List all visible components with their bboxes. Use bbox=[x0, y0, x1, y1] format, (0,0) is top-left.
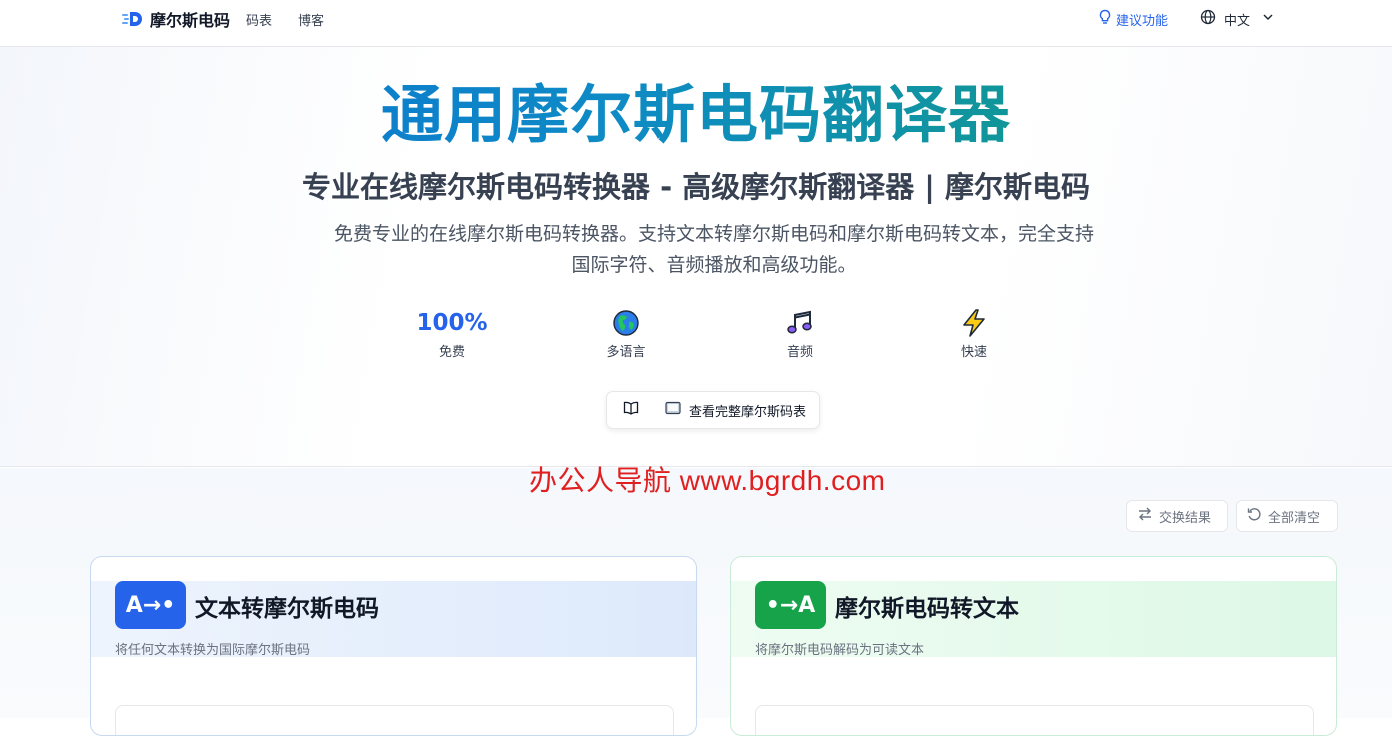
book-emoji-icon bbox=[665, 401, 681, 419]
text-to-morse-header: A→• 文本转摩尔斯电码 将任何文本转换为国际摩尔斯电码 bbox=[91, 581, 696, 658]
suggest-feature-label: 建议功能 bbox=[1116, 13, 1169, 29]
feature-multilang-label: 多语言 bbox=[606, 345, 646, 360]
page-title: 通用摩尔斯电码翻译器 bbox=[0, 77, 1392, 153]
feature-free: 100% 免费 bbox=[402, 309, 502, 360]
language-label: 中文 bbox=[1224, 13, 1251, 29]
language-selector[interactable]: 中文 bbox=[1200, 9, 1274, 29]
morse-to-text-description: 将摩尔斯电码解码为可读文本 bbox=[755, 643, 925, 658]
clear-all-label: 全部清空 bbox=[1268, 510, 1321, 526]
logo-icon bbox=[122, 9, 144, 29]
morse-to-text-title: 摩尔斯电码转文本 bbox=[835, 596, 1019, 622]
lightbulb-icon bbox=[1098, 9, 1112, 29]
chevron-down-icon bbox=[1262, 11, 1274, 27]
feature-fast: 快速 bbox=[924, 309, 1024, 360]
text-input-area[interactable] bbox=[115, 705, 674, 735]
view-code-table-button[interactable]: 查看完整摩尔斯码表 bbox=[606, 391, 820, 429]
nav-link-code-table[interactable]: 码表 bbox=[246, 10, 272, 29]
open-book-icon bbox=[623, 401, 639, 419]
text-to-morse-description: 将任何文本转换为国际摩尔斯电码 bbox=[115, 643, 311, 658]
top-navbar: 摩尔斯电码 码表 博客 建议功能 中文 bbox=[0, 0, 1392, 47]
site-logo[interactable]: 摩尔斯电码 bbox=[122, 7, 230, 31]
page-description: 免费专业的在线摩尔斯电码转换器。支持文本转摩尔斯电码和摩尔斯电码转文本，完全支持… bbox=[333, 223, 1094, 276]
text-to-morse-badge: A→• bbox=[115, 581, 186, 629]
view-code-table-label: 查看完整摩尔斯码表 bbox=[689, 404, 807, 420]
feature-free-value: 100% bbox=[416, 310, 488, 336]
lightning-icon bbox=[924, 309, 1024, 337]
morse-input-area[interactable] bbox=[755, 705, 1314, 735]
swap-results-label: 交换结果 bbox=[1159, 510, 1212, 526]
feature-audio-label: 音频 bbox=[786, 345, 813, 360]
morse-to-text-badge: •→A bbox=[755, 581, 826, 629]
swap-arrows-icon bbox=[1137, 507, 1153, 525]
suggest-feature-link[interactable]: 建议功能 bbox=[1098, 9, 1168, 29]
feature-audio: 音频 bbox=[750, 309, 850, 360]
morse-to-text-panel: •→A 摩尔斯电码转文本 将摩尔斯电码解码为可读文本 bbox=[730, 556, 1337, 736]
page-subtitle: 专业在线摩尔斯电码转换器 - 高级摩尔斯翻译器 | 摩尔斯电码 bbox=[301, 170, 1090, 204]
hero-section: 通用摩尔斯电码翻译器 专业在线摩尔斯电码转换器 - 高级摩尔斯翻译器 | 摩尔斯… bbox=[0, 47, 1392, 467]
nav-link-blog[interactable]: 博客 bbox=[298, 10, 324, 29]
reset-icon bbox=[1247, 507, 1262, 526]
feature-fast-label: 快速 bbox=[960, 345, 987, 360]
logo-text: 摩尔斯电码 bbox=[150, 11, 231, 30]
music-note-icon bbox=[750, 309, 850, 337]
feature-multilang: 多语言 bbox=[576, 309, 676, 360]
swap-results-button[interactable]: 交换结果 bbox=[1126, 500, 1228, 532]
translator-section: 办公人导航 www.bgrdh.com 交换结果 全部清空 A→• 文本转摩尔斯… bbox=[0, 465, 1392, 736]
text-to-morse-panel: A→• 文本转摩尔斯电码 将任何文本转换为国际摩尔斯电码 bbox=[90, 556, 697, 736]
earth-globe-icon bbox=[576, 309, 676, 337]
text-to-morse-title: 文本转摩尔斯电码 bbox=[195, 596, 379, 622]
clear-all-button[interactable]: 全部清空 bbox=[1236, 500, 1338, 532]
globe-icon bbox=[1200, 9, 1216, 29]
morse-to-text-header: •→A 摩尔斯电码转文本 将摩尔斯电码解码为可读文本 bbox=[731, 581, 1336, 658]
feature-free-label: 免费 bbox=[438, 345, 465, 360]
watermark-text: 办公人导航 www.bgrdh.com bbox=[529, 465, 886, 496]
